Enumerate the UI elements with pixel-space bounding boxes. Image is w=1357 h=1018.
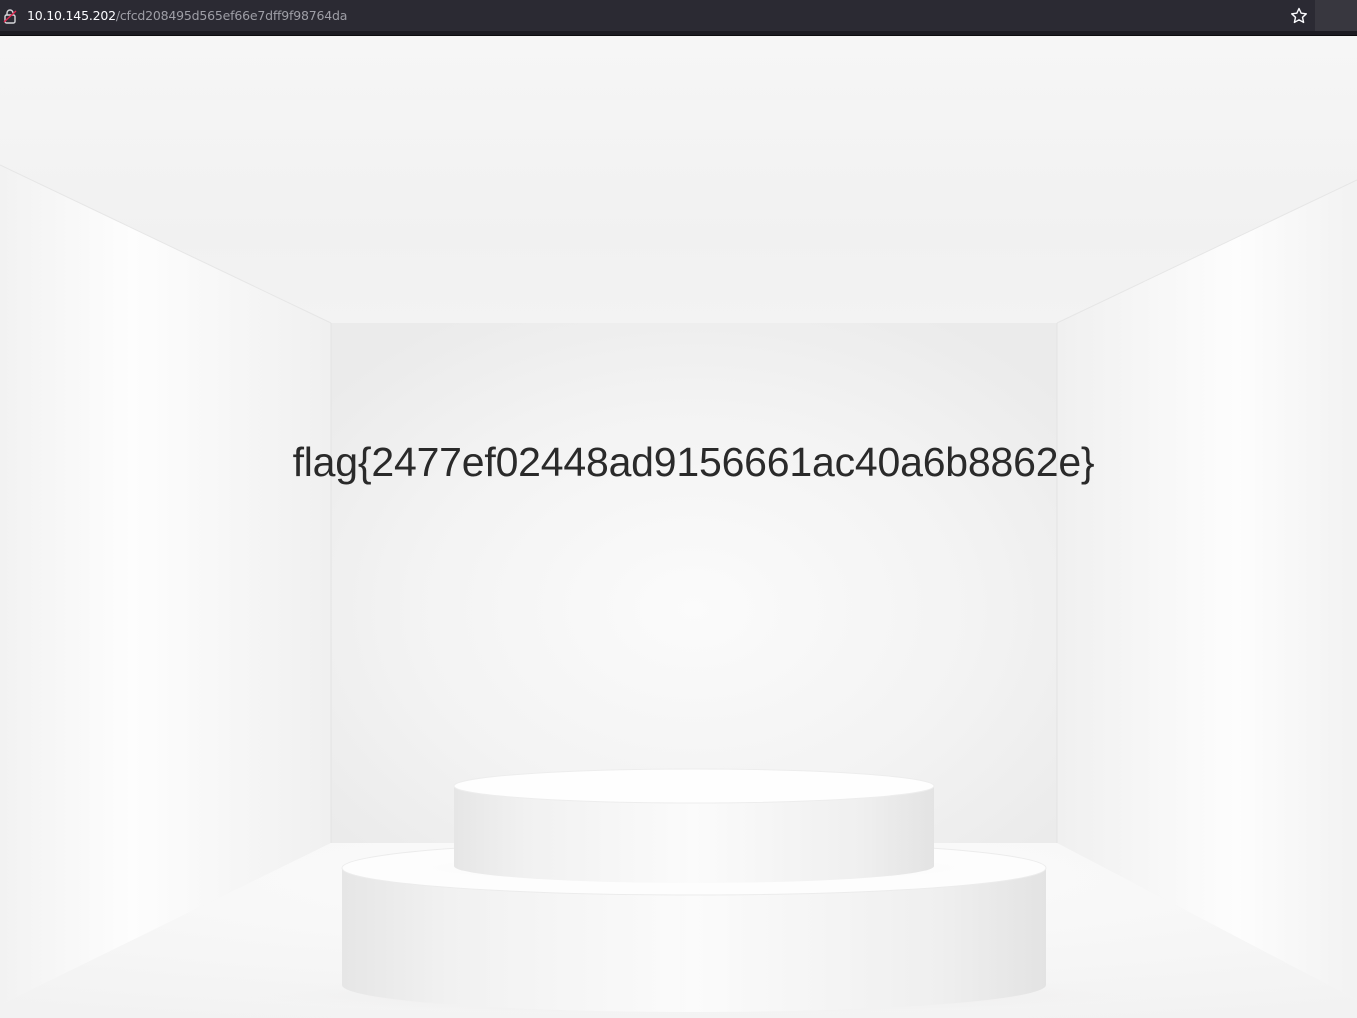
- url-host: 10.10.145.202: [27, 8, 116, 23]
- toolbar-overflow-area: [1315, 0, 1357, 31]
- lock-warning-icon[interactable]: [0, 0, 20, 31]
- toolbar-divider: [0, 31, 1357, 36]
- url-path: /cfcd208495d565ef66e7dff9f98764da: [115, 8, 348, 23]
- room-podium-background: [0, 37, 1357, 1018]
- bookmark-star-icon[interactable]: [1289, 6, 1309, 26]
- flag-text: flag{2477ef02448ad9156661ac40a6b8862e}: [292, 439, 1095, 485]
- page-viewport: flag{2477ef02448ad9156661ac40a6b8862e}: [0, 37, 1357, 1018]
- url-text[interactable]: 10.10.145.202/cfcd208495d565ef66e7dff9f9…: [27, 8, 347, 23]
- url-bar[interactable]: 10.10.145.202/cfcd208495d565ef66e7dff9f9…: [0, 0, 1315, 31]
